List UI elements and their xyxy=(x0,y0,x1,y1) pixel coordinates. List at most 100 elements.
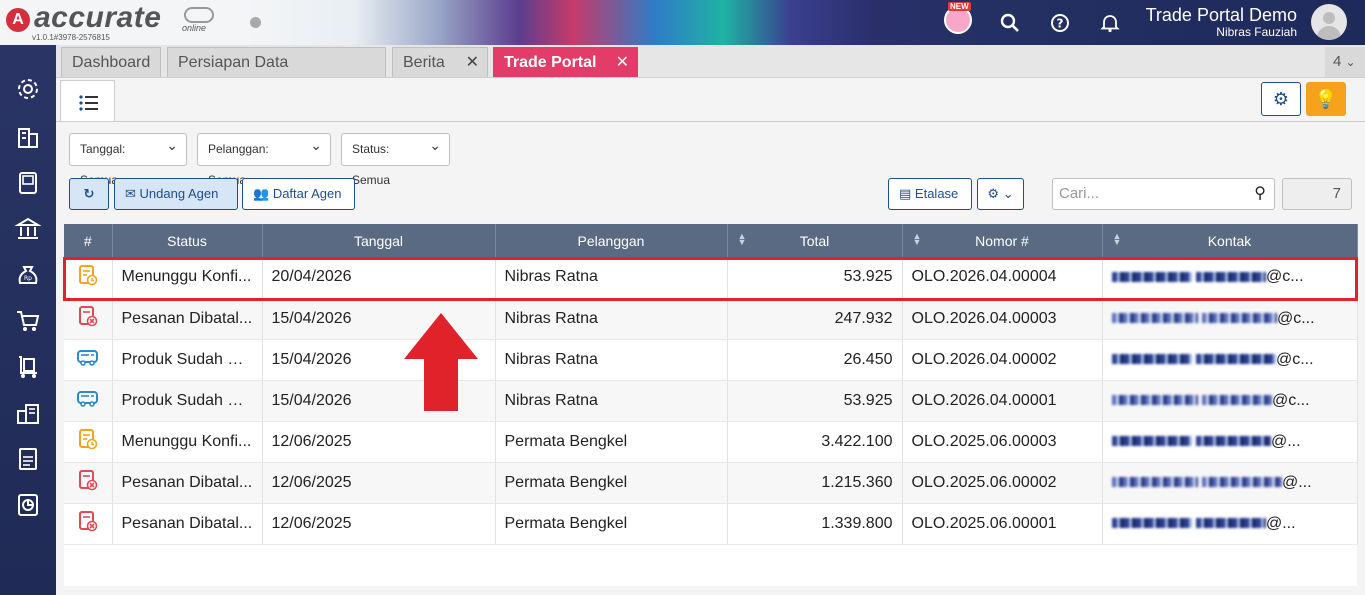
tab-count-label: 4 xyxy=(1333,53,1342,70)
logo-mark-icon: A xyxy=(6,8,30,32)
tab-overflow-menu[interactable]: 4 ⌄ xyxy=(1325,47,1365,77)
total-cell: 3.422.100 xyxy=(727,421,903,463)
table-row[interactable]: Pesanan Dibatal... 12/06/2025 Permata Beng… xyxy=(64,503,1358,545)
close-tab-icon[interactable]: ✕ xyxy=(616,48,629,77)
undang-agen-button[interactable]: ✉ Undang Agen xyxy=(114,178,238,210)
table-row[interactable]: Produk Sudah Ki... 15/04/2026 Nibras Ratna… xyxy=(64,380,1358,422)
tab-berita[interactable]: Berita ✕ xyxy=(392,47,488,77)
status-icon-cell xyxy=(64,380,113,422)
list-view-tab[interactable] xyxy=(60,80,115,122)
tips-button[interactable]: 💡 xyxy=(1306,82,1346,116)
date-cell: 12/06/2025 xyxy=(262,421,496,463)
table-row[interactable]: Pesanan Dibatal... 12/06/2025 Permata Beng… xyxy=(64,462,1358,504)
redacted-phone xyxy=(1111,313,1198,324)
contact-suffix: @c... xyxy=(1275,350,1314,368)
search-icon[interactable] xyxy=(995,8,1025,38)
tab-dashboard[interactable]: Dashboard xyxy=(61,47,161,77)
svg-text:?: ? xyxy=(1057,17,1064,31)
status-cell: Pesanan Dibatal... xyxy=(112,462,263,504)
contact-cell: @... xyxy=(1102,421,1358,463)
tab-label: Berita xyxy=(403,54,445,71)
refresh-icon: ↻ xyxy=(83,186,95,201)
redacted-email xyxy=(1201,477,1282,488)
column-header-number[interactable]: # xyxy=(64,224,113,257)
bank-icon[interactable] xyxy=(12,215,44,247)
daftar-agen-button[interactable]: 👥 Daftar Agen xyxy=(242,178,355,210)
etalase-button[interactable]: ▤ Etalase xyxy=(888,178,972,210)
status-icon-cell xyxy=(64,421,113,463)
user-avatar[interactable] xyxy=(1311,4,1347,40)
delivery-truck-icon xyxy=(76,350,99,371)
status-cell: Pesanan Dibatal... xyxy=(112,298,263,340)
search-icon[interactable]: ⚲ xyxy=(1254,179,1266,209)
shopping-cart-icon[interactable] xyxy=(12,307,44,339)
close-tab-icon[interactable]: ✕ xyxy=(466,48,479,77)
ledger-book-icon[interactable] xyxy=(12,169,44,201)
column-header-tanggal[interactable]: Tanggal xyxy=(262,224,496,257)
top-bar: A accurate online v1.0.1#3978-2576815 NE… xyxy=(0,0,1365,45)
cloud-icon xyxy=(184,7,214,23)
user-name: Nibras Fauziah xyxy=(1216,25,1297,39)
table-row[interactable]: Pesanan Dibatal... 15/04/2026 Nibras Ratna… xyxy=(64,298,1358,340)
date-cell: 12/06/2025 xyxy=(262,503,496,545)
money-bag-icon[interactable]: Rp xyxy=(12,261,44,293)
column-header-nomor[interactable]: ▲ ▼ Nomor # xyxy=(902,224,1103,257)
customer-cell: Permata Bengkel xyxy=(495,462,728,504)
column-header-total[interactable]: ▲ ▼ Total xyxy=(727,224,903,257)
tab-persiapan-data-perusahaan[interactable]: Persiapan Data Perusahaan xyxy=(167,47,386,100)
tab-trade-portal[interactable]: Trade Portal ✕ xyxy=(493,47,638,77)
filter-status[interactable]: Status: Semua xyxy=(341,130,450,187)
accurate-logo[interactable]: A accurate online v1.0.1#3978-2576815 xyxy=(6,1,216,43)
page-settings-button[interactable]: ⚙ xyxy=(1261,82,1301,116)
gear-icon: ⚙ xyxy=(987,186,1000,201)
company-building-icon[interactable] xyxy=(12,123,44,155)
cancelled-order-icon xyxy=(78,511,98,536)
column-header-status[interactable]: Status xyxy=(112,224,263,257)
gear-icon: ⚙ xyxy=(1272,89,1290,109)
refresh-button[interactable]: ↻ xyxy=(69,178,109,210)
column-header-kontak[interactable]: ▲ ▼ Kontak xyxy=(1102,224,1358,257)
report-chart-icon[interactable] xyxy=(12,491,44,523)
header-label: Kontak xyxy=(1207,232,1252,249)
bell-icon[interactable] xyxy=(1095,8,1125,38)
status-cell: Produk Sudah Ki... xyxy=(112,380,263,422)
delivery-truck-icon xyxy=(76,391,99,412)
customer-cell: Nibras Ratna xyxy=(495,339,728,381)
button-label: Undang Agen xyxy=(139,186,219,201)
redacted-email xyxy=(1195,518,1266,529)
inventory-trolley-icon[interactable] xyxy=(12,353,44,385)
table-row[interactable]: Produk Sudah Ki... 15/04/2026 Nibras Ratna… xyxy=(64,339,1358,381)
redacted-phone xyxy=(1111,354,1192,365)
status-cell: Pesanan Dibatal... xyxy=(112,503,263,545)
settings-gear-icon[interactable] xyxy=(12,75,44,107)
chevron-down-icon: ⌄ xyxy=(1345,55,1356,69)
sort-icon: ▲ ▼ xyxy=(1112,231,1122,247)
pending-order-icon xyxy=(78,429,98,454)
tab-label: Dashboard xyxy=(72,54,151,71)
order-number-cell: OLO.2025.06.00001 xyxy=(902,503,1103,545)
filter-tanggal[interactable]: Tanggal: Semua xyxy=(69,130,187,187)
contact-suffix: @... xyxy=(1281,473,1312,491)
subtab-divider xyxy=(56,121,1365,122)
filter-pelanggan[interactable]: Pelanggan: Semua xyxy=(197,130,331,187)
status-icon-cell xyxy=(64,339,113,381)
svg-text:Rp: Rp xyxy=(24,275,32,282)
search-input[interactable]: Cari... ⚲ xyxy=(1052,178,1275,210)
redacted-email xyxy=(1201,313,1277,324)
total-cell: 247.932 xyxy=(727,298,903,340)
header-label: Total xyxy=(799,232,830,249)
new-badge: NEW xyxy=(948,2,971,11)
city-building-icon[interactable] xyxy=(12,399,44,431)
table-row[interactable]: Menunggu Konfi... 12/06/2025 Permata Bengk… xyxy=(64,421,1358,463)
version-label: v1.0.1#3978-2576815 xyxy=(32,33,110,42)
record-count: 7 xyxy=(1282,178,1352,210)
trade-portal-page: ⚙ 💡 Tanggal: Semua Pelanggan: Semua Stat… xyxy=(56,78,1365,595)
tax-document-icon[interactable] xyxy=(12,445,44,477)
redacted-email xyxy=(1195,354,1276,365)
help-icon[interactable]: ? xyxy=(1045,8,1075,38)
column-settings-dropdown[interactable]: ⚙ ⌄ xyxy=(977,178,1024,210)
column-header-pelanggan[interactable]: Pelanggan xyxy=(495,224,728,257)
logo-sub: online xyxy=(182,23,207,33)
lightbulb-icon: 💡 xyxy=(1314,89,1338,109)
sort-icon: ▲ ▼ xyxy=(737,231,747,247)
